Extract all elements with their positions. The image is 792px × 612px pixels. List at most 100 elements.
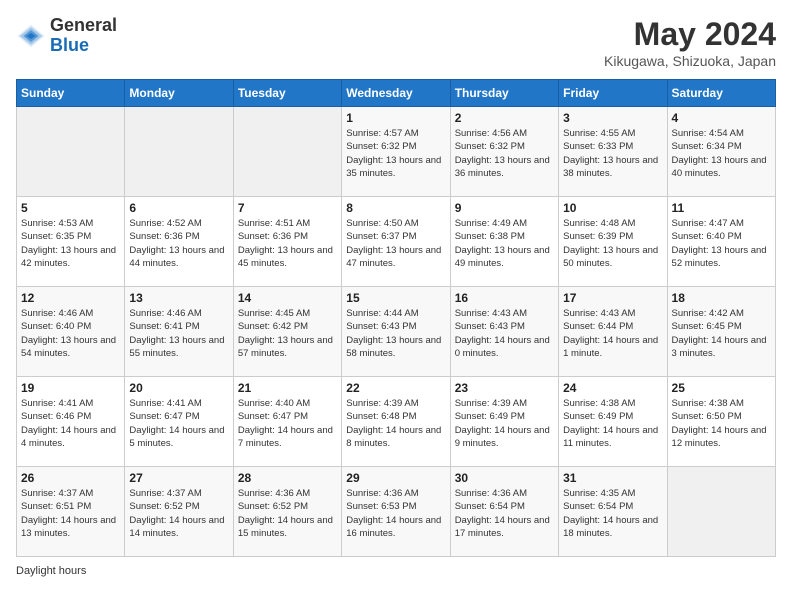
day-number: 22 xyxy=(346,381,445,395)
calendar-week-row: 5 Sunrise: 4:53 AMSunset: 6:35 PMDaylight… xyxy=(17,197,776,287)
calendar-week-row: 12 Sunrise: 4:46 AMSunset: 6:40 PMDayligh… xyxy=(17,287,776,377)
day-number: 17 xyxy=(563,291,662,305)
logo: General Blue xyxy=(16,16,117,56)
calendar-cell: 6 Sunrise: 4:52 AMSunset: 6:36 PMDaylight… xyxy=(125,197,233,287)
day-info: Sunrise: 4:44 AMSunset: 6:43 PMDaylight:… xyxy=(346,307,445,360)
calendar-cell: 27 Sunrise: 4:37 AMSunset: 6:52 PMDayligh… xyxy=(125,467,233,557)
calendar-cell: 24Sunrise: 4:38 AMSunset: 6:49 PMDayligh… xyxy=(559,377,667,467)
location: Kikugawa, Shizuoka, Japan xyxy=(604,53,776,69)
calendar-cell: 31 Sunrise: 4:35 AMSunset: 6:54 PMDayligh… xyxy=(559,467,667,557)
day-info: Sunrise: 4:52 AMSunset: 6:36 PMDaylight:… xyxy=(129,217,228,270)
calendar-cell: 20 Sunrise: 4:41 AMSunset: 6:47 PMDayligh… xyxy=(125,377,233,467)
day-info: Sunrise: 4:51 AMSunset: 6:36 PMDaylight:… xyxy=(238,217,337,270)
day-number: 14 xyxy=(238,291,337,305)
calendar-day-header: Tuesday xyxy=(233,80,341,107)
day-info: Sunrise: 4:46 AMSunset: 6:40 PMDaylight:… xyxy=(21,307,120,360)
calendar-cell xyxy=(17,107,125,197)
calendar-week-row: 19 Sunrise: 4:41 AMSunset: 6:46 PMDayligh… xyxy=(17,377,776,467)
calendar-cell: 4 Sunrise: 4:54 AMSunset: 6:34 PMDaylight… xyxy=(667,107,775,197)
month-title: May 2024 xyxy=(604,16,776,53)
logo-icon xyxy=(16,21,46,51)
day-number: 19 xyxy=(21,381,120,395)
day-info: Sunrise: 4:41 AMSunset: 6:46 PMDaylight:… xyxy=(21,397,120,450)
calendar-cell: 11 Sunrise: 4:47 AMSunset: 6:40 PMDayligh… xyxy=(667,197,775,287)
day-info: Sunrise: 4:46 AMSunset: 6:41 PMDaylight:… xyxy=(129,307,228,360)
day-info: Sunrise: 4:35 AMSunset: 6:54 PMDaylight:… xyxy=(563,487,662,540)
day-number: 27 xyxy=(129,471,228,485)
calendar-cell: 21 Sunrise: 4:40 AMSunset: 6:47 PMDayligh… xyxy=(233,377,341,467)
day-number: 15 xyxy=(346,291,445,305)
calendar-day-header: Sunday xyxy=(17,80,125,107)
day-number: 23 xyxy=(455,381,554,395)
day-info: Sunrise: 4:39 AMSunset: 6:49 PMDaylight:… xyxy=(455,397,554,450)
day-info: Sunrise: 4:45 AMSunset: 6:42 PMDaylight:… xyxy=(238,307,337,360)
calendar-cell: 8 Sunrise: 4:50 AMSunset: 6:37 PMDaylight… xyxy=(342,197,450,287)
calendar-cell xyxy=(233,107,341,197)
day-number: 18 xyxy=(672,291,771,305)
day-info: Sunrise: 4:37 AMSunset: 6:52 PMDaylight:… xyxy=(129,487,228,540)
day-number: 11 xyxy=(672,201,771,215)
calendar-cell: 14 Sunrise: 4:45 AMSunset: 6:42 PMDayligh… xyxy=(233,287,341,377)
day-number: 31 xyxy=(563,471,662,485)
calendar-cell: 30Sunrise: 4:36 AMSunset: 6:54 PMDayligh… xyxy=(450,467,558,557)
day-number: 12 xyxy=(21,291,120,305)
footer: Daylight hours xyxy=(16,565,776,577)
footer-text: Daylight hours xyxy=(16,565,86,577)
day-info: Sunrise: 4:43 AMSunset: 6:44 PMDaylight:… xyxy=(563,307,662,360)
day-info: Sunrise: 4:55 AMSunset: 6:33 PMDaylight:… xyxy=(563,127,662,180)
calendar-cell: 25 Sunrise: 4:38 AMSunset: 6:50 PMDayligh… xyxy=(667,377,775,467)
page-header: General Blue May 2024 Kikugawa, Shizuoka… xyxy=(16,16,776,69)
day-number: 29 xyxy=(346,471,445,485)
day-info: Sunrise: 4:57 AMSunset: 6:32 PMDaylight:… xyxy=(346,127,445,180)
day-number: 10 xyxy=(563,201,662,215)
day-info: Sunrise: 4:38 AMSunset: 6:50 PMDaylight:… xyxy=(672,397,771,450)
day-number: 1 xyxy=(346,111,445,125)
calendar-week-row: 26Sunrise: 4:37 AMSunset: 6:51 PMDayligh… xyxy=(17,467,776,557)
day-number: 21 xyxy=(238,381,337,395)
calendar-day-header: Wednesday xyxy=(342,80,450,107)
day-info: Sunrise: 4:41 AMSunset: 6:47 PMDaylight:… xyxy=(129,397,228,450)
day-number: 2 xyxy=(455,111,554,125)
day-number: 4 xyxy=(672,111,771,125)
day-number: 7 xyxy=(238,201,337,215)
logo-general: General xyxy=(50,15,117,35)
calendar-cell: 3 Sunrise: 4:55 AMSunset: 6:33 PMDaylight… xyxy=(559,107,667,197)
day-number: 3 xyxy=(563,111,662,125)
day-info: Sunrise: 4:47 AMSunset: 6:40 PMDaylight:… xyxy=(672,217,771,270)
calendar-cell: 15 Sunrise: 4:44 AMSunset: 6:43 PMDayligh… xyxy=(342,287,450,377)
day-info: Sunrise: 4:56 AMSunset: 6:32 PMDaylight:… xyxy=(455,127,554,180)
calendar-cell: 13Sunrise: 4:46 AMSunset: 6:41 PMDayligh… xyxy=(125,287,233,377)
day-info: Sunrise: 4:37 AMSunset: 6:51 PMDaylight:… xyxy=(21,487,120,540)
day-number: 25 xyxy=(672,381,771,395)
calendar-cell: 28Sunrise: 4:36 AMSunset: 6:52 PMDayligh… xyxy=(233,467,341,557)
day-info: Sunrise: 4:49 AMSunset: 6:38 PMDaylight:… xyxy=(455,217,554,270)
calendar-cell: 22 Sunrise: 4:39 AMSunset: 6:48 PMDayligh… xyxy=(342,377,450,467)
logo-blue: Blue xyxy=(50,35,89,55)
day-number: 16 xyxy=(455,291,554,305)
day-number: 9 xyxy=(455,201,554,215)
calendar-cell: 18 Sunrise: 4:42 AMSunset: 6:45 PMDayligh… xyxy=(667,287,775,377)
calendar-cell: 17 Sunrise: 4:43 AMSunset: 6:44 PMDayligh… xyxy=(559,287,667,377)
day-info: Sunrise: 4:48 AMSunset: 6:39 PMDaylight:… xyxy=(563,217,662,270)
calendar-cell: 26Sunrise: 4:37 AMSunset: 6:51 PMDayligh… xyxy=(17,467,125,557)
day-number: 5 xyxy=(21,201,120,215)
day-number: 6 xyxy=(129,201,228,215)
day-info: Sunrise: 4:40 AMSunset: 6:47 PMDaylight:… xyxy=(238,397,337,450)
calendar-cell: 2 Sunrise: 4:56 AMSunset: 6:32 PMDaylight… xyxy=(450,107,558,197)
calendar-cell: 23 Sunrise: 4:39 AMSunset: 6:49 PMDayligh… xyxy=(450,377,558,467)
calendar-cell: 16Sunrise: 4:43 AMSunset: 6:43 PMDayligh… xyxy=(450,287,558,377)
calendar-header-row: SundayMondayTuesdayWednesdayThursdayFrid… xyxy=(17,80,776,107)
day-number: 8 xyxy=(346,201,445,215)
calendar-cell: 5 Sunrise: 4:53 AMSunset: 6:35 PMDaylight… xyxy=(17,197,125,287)
day-info: Sunrise: 4:39 AMSunset: 6:48 PMDaylight:… xyxy=(346,397,445,450)
calendar-cell: 19 Sunrise: 4:41 AMSunset: 6:46 PMDayligh… xyxy=(17,377,125,467)
day-number: 20 xyxy=(129,381,228,395)
day-info: Sunrise: 4:50 AMSunset: 6:37 PMDaylight:… xyxy=(346,217,445,270)
title-block: May 2024 Kikugawa, Shizuoka, Japan xyxy=(604,16,776,69)
day-info: Sunrise: 4:53 AMSunset: 6:35 PMDaylight:… xyxy=(21,217,120,270)
calendar-day-header: Saturday xyxy=(667,80,775,107)
day-info: Sunrise: 4:42 AMSunset: 6:45 PMDaylight:… xyxy=(672,307,771,360)
day-info: Sunrise: 4:54 AMSunset: 6:34 PMDaylight:… xyxy=(672,127,771,180)
calendar-day-header: Friday xyxy=(559,80,667,107)
calendar-cell: 12 Sunrise: 4:46 AMSunset: 6:40 PMDayligh… xyxy=(17,287,125,377)
